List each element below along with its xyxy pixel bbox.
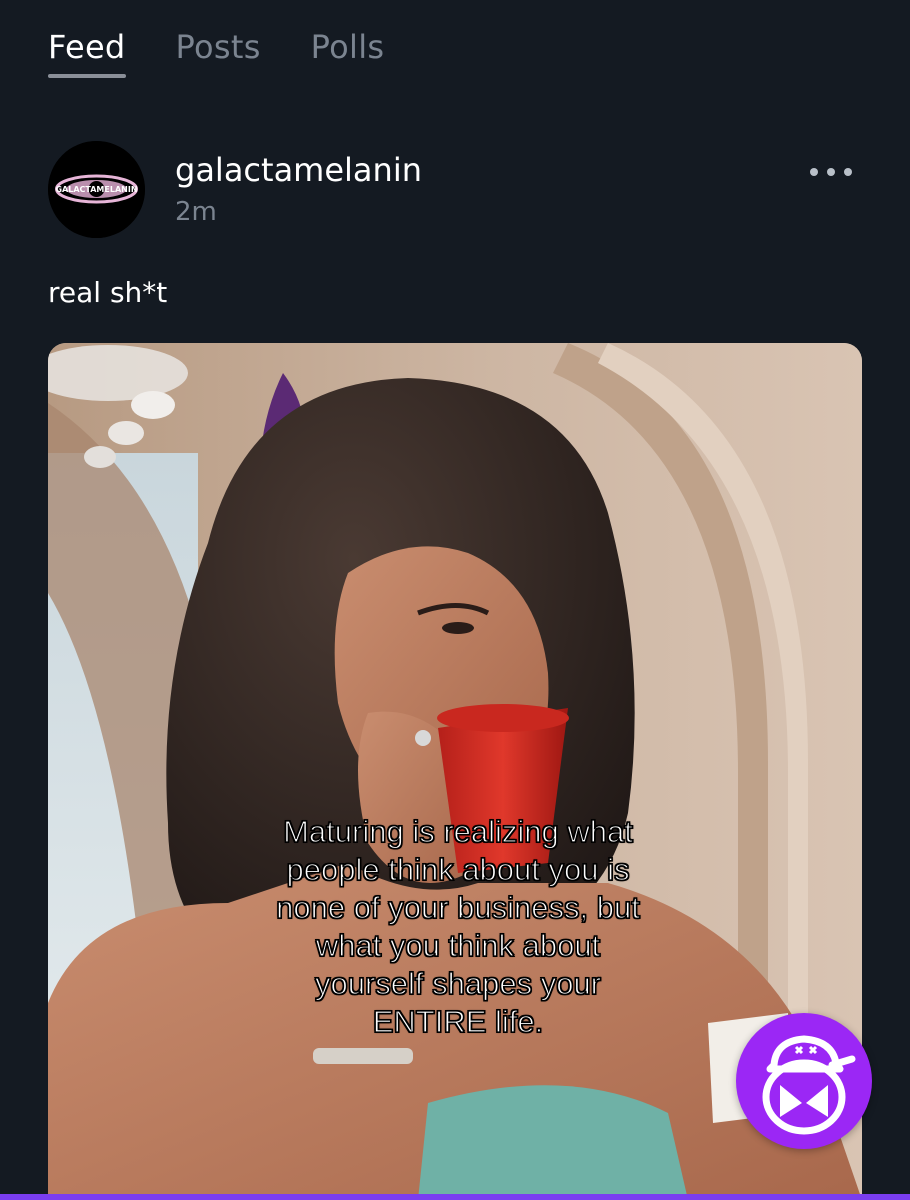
avatar-logo-icon: GALACTAMELANIN [48, 141, 145, 238]
more-dot [844, 168, 852, 176]
tab-feed[interactable]: Feed [48, 28, 126, 78]
post-header: GALACTAMELANIN galactamelanin 2m [48, 141, 862, 239]
post-text: real sh*t [48, 276, 168, 309]
image-caption: Maturing is realizing what people think … [276, 813, 641, 1039]
tab-posts[interactable]: Posts [176, 28, 261, 78]
tab-polls[interactable]: Polls [311, 28, 385, 78]
post-timestamp: 2m [175, 197, 217, 227]
avatar-logo-text: GALACTAMELANIN [55, 185, 137, 194]
avatar[interactable]: GALACTAMELANIN [48, 141, 145, 238]
app-screen: Feed Posts Polls GALACTAMELANIN galactam… [0, 0, 910, 1200]
more-options-icon[interactable] [810, 163, 852, 181]
more-dot [827, 168, 835, 176]
feed-tabs: Feed Posts Polls [48, 28, 384, 78]
post-author[interactable]: galactamelanin [175, 151, 422, 189]
mascot-fab-button[interactable] [736, 1013, 872, 1149]
bottom-accent-bar [0, 1194, 910, 1200]
more-dot [810, 168, 818, 176]
mascot-face-icon [762, 1035, 856, 1135]
